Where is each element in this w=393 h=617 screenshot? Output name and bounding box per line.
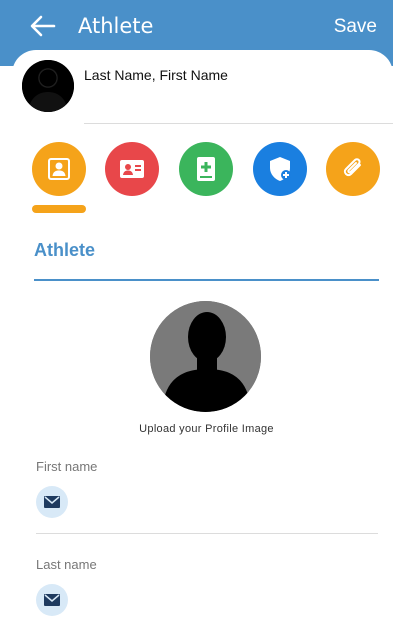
active-tab-indicator	[32, 205, 86, 213]
header-divider	[84, 123, 393, 124]
first-name-label: First name	[36, 459, 98, 474]
avatar[interactable]	[22, 60, 74, 112]
tab-athlete[interactable]	[32, 142, 86, 196]
last-name-icon	[36, 584, 68, 616]
first-name-icon	[36, 486, 68, 518]
section-title: Athlete	[34, 240, 96, 260]
first-name-divider	[36, 533, 378, 534]
page-title: Athlete	[78, 14, 154, 38]
arrow-left-icon	[30, 15, 56, 37]
upload-profile-image-link[interactable]: Upload your Profile Image	[0, 423, 393, 435]
avatar-silhouette-icon	[22, 60, 74, 112]
shield-plus-icon	[270, 157, 291, 181]
tab-insurance[interactable]	[253, 142, 307, 196]
tab-attachments[interactable]	[326, 142, 380, 196]
paperclip-icon	[343, 158, 361, 177]
last-name-input[interactable]	[78, 585, 378, 615]
save-button[interactable]: Save	[334, 14, 377, 40]
person-badge-icon	[48, 158, 70, 180]
medical-book-icon	[197, 157, 215, 181]
section-divider	[34, 279, 379, 281]
athlete-name: Last Name, First Name	[84, 67, 228, 83]
last-name-label: Last name	[36, 557, 97, 572]
first-name-input[interactable]	[78, 487, 378, 517]
envelope-icon	[44, 496, 60, 508]
tab-medical[interactable]	[179, 142, 233, 196]
back-button[interactable]	[28, 12, 58, 40]
tab-contact[interactable]	[105, 142, 159, 196]
avatar-silhouette-icon	[150, 301, 261, 412]
envelope-icon	[44, 594, 60, 606]
profile-image-upload[interactable]	[150, 301, 261, 412]
contact-card-icon	[120, 160, 144, 178]
